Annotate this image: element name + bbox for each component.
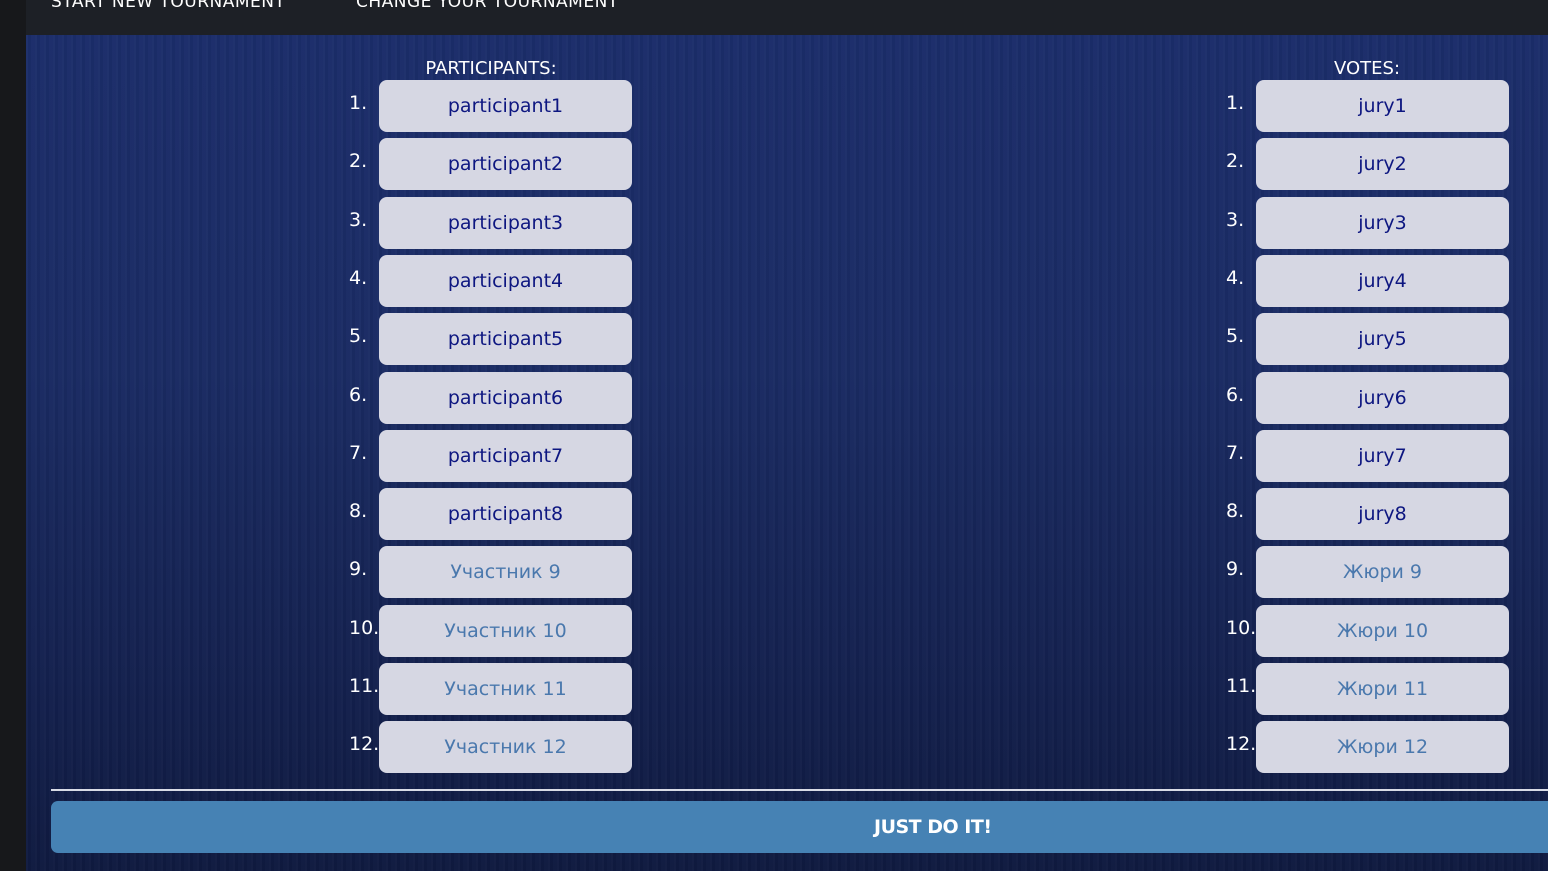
tournament-form: PARTICIPANTS: VOTES: 1. 2. 3. 4. 5. 6. 7. 8. 9. 1… bbox=[26, 35, 1548, 871]
jury-input[interactable] bbox=[1256, 371, 1509, 424]
participant-input[interactable] bbox=[379, 604, 632, 657]
participant-row: 2. bbox=[349, 138, 639, 191]
divider bbox=[51, 789, 1548, 791]
nav-change-your-tournament[interactable]: CHANGE YOUR TOURNAMENT bbox=[356, 0, 619, 12]
participant-input[interactable] bbox=[379, 546, 632, 599]
nav-start-new-tournament[interactable]: START NEW TOURNAMENT bbox=[51, 0, 285, 12]
just-do-it-button[interactable]: JUST DO IT! bbox=[51, 801, 1548, 853]
jury-input[interactable] bbox=[1256, 138, 1509, 191]
jury-row-number: 8. bbox=[1226, 500, 1245, 523]
participant-row-number: 7. bbox=[349, 441, 368, 464]
jury-input[interactable] bbox=[1256, 254, 1509, 307]
participant-row-number: 4. bbox=[349, 266, 368, 289]
jury-input[interactable] bbox=[1256, 663, 1509, 715]
jury-row: 11. bbox=[1226, 663, 1516, 715]
participant-row-number: 9. bbox=[349, 558, 368, 581]
jury-row: 10. bbox=[1226, 604, 1516, 657]
participant-row-number: 6. bbox=[349, 383, 368, 406]
participants-header: PARTICIPANTS: bbox=[425, 58, 557, 79]
participant-input[interactable] bbox=[379, 254, 632, 307]
jury-row: 5. bbox=[1226, 313, 1516, 366]
jury-row: 3. bbox=[1226, 196, 1516, 249]
jury-row-number: 4. bbox=[1226, 266, 1245, 289]
jury-input[interactable] bbox=[1256, 546, 1509, 599]
participant-row-number: 3. bbox=[349, 208, 368, 231]
jury-input[interactable] bbox=[1256, 604, 1509, 657]
jury-row-number: 1. bbox=[1226, 92, 1245, 114]
jury-row-number: 12. bbox=[1226, 733, 1257, 756]
jury-row-number: 3. bbox=[1226, 208, 1245, 231]
participant-row: 5. bbox=[349, 313, 639, 366]
participant-input[interactable] bbox=[379, 429, 632, 482]
jury-row-number: 5. bbox=[1226, 325, 1245, 348]
participant-input[interactable] bbox=[379, 721, 632, 774]
jury-input[interactable] bbox=[1256, 313, 1509, 366]
jury-row-number: 2. bbox=[1226, 150, 1245, 173]
participant-row-number: 10. bbox=[349, 616, 380, 639]
participant-row-number: 12. bbox=[349, 733, 380, 756]
participant-input[interactable] bbox=[379, 371, 632, 424]
participant-input[interactable] bbox=[379, 138, 632, 191]
top-navigation-bar: START NEW TOURNAMENT CHANGE YOUR TOURNAM… bbox=[26, 0, 1548, 36]
participant-row-number: 8. bbox=[349, 500, 368, 523]
participant-row: 11. bbox=[349, 663, 639, 715]
participant-row: 1. bbox=[349, 80, 639, 132]
jury-row: 6. bbox=[1226, 371, 1516, 424]
participant-row: 6. bbox=[349, 371, 639, 424]
jury-input[interactable] bbox=[1256, 721, 1509, 774]
participant-row: 9. bbox=[349, 546, 639, 599]
jury-row: 4. bbox=[1226, 254, 1516, 307]
jury-row-number: 7. bbox=[1226, 441, 1245, 464]
jury-input[interactable] bbox=[1256, 196, 1509, 249]
jury-row: 8. bbox=[1226, 488, 1516, 541]
jury-row: 2. bbox=[1226, 138, 1516, 191]
jury-input[interactable] bbox=[1256, 429, 1509, 482]
participant-row: 7. bbox=[349, 429, 639, 482]
jury-row-number: 9. bbox=[1226, 558, 1245, 581]
jury-input[interactable] bbox=[1256, 80, 1509, 132]
jury-row: 7. bbox=[1226, 429, 1516, 482]
participant-input[interactable] bbox=[379, 313, 632, 366]
participant-row-number: 1. bbox=[349, 92, 368, 114]
jury-row: 12. bbox=[1226, 721, 1516, 774]
participant-row: 12. bbox=[349, 721, 639, 774]
participant-row: 3. bbox=[349, 196, 639, 249]
jury-row: 9. bbox=[1226, 546, 1516, 599]
jury-row: 1. bbox=[1226, 80, 1516, 132]
participant-row: 10. bbox=[349, 604, 639, 657]
participant-row-number: 2. bbox=[349, 150, 368, 173]
participant-row-number: 5. bbox=[349, 325, 368, 348]
participant-input[interactable] bbox=[379, 663, 632, 715]
participant-input[interactable] bbox=[379, 80, 632, 132]
participant-row: 4. bbox=[349, 254, 639, 307]
jury-row-number: 6. bbox=[1226, 383, 1245, 406]
jury-input[interactable] bbox=[1256, 488, 1509, 541]
jury-row-number: 11. bbox=[1226, 675, 1257, 697]
participant-input[interactable] bbox=[379, 196, 632, 249]
jury-row-number: 10. bbox=[1226, 616, 1257, 639]
participant-row: 8. bbox=[349, 488, 639, 541]
participant-input[interactable] bbox=[379, 488, 632, 541]
votes-header: VOTES: bbox=[1333, 58, 1401, 79]
left-edge-strip bbox=[0, 0, 26, 871]
participant-row-number: 11. bbox=[349, 675, 380, 697]
